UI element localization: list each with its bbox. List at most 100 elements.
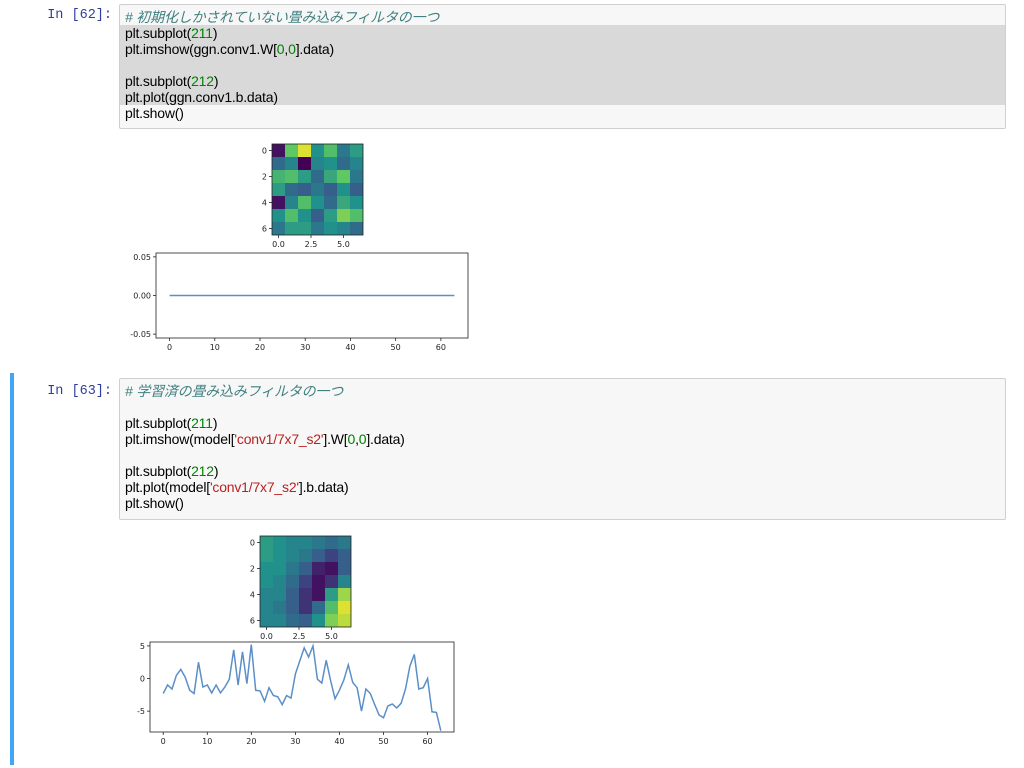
y-tick-label: 0.05 (133, 253, 151, 262)
code-editor[interactable]: # 学習済の畳み込みフィルタの一つ plt.subplot(211) plt.ims… (119, 378, 1006, 520)
heatmap-cell (285, 209, 298, 222)
code-line[interactable]: plt.subplot(212) (120, 463, 1005, 479)
output-heatmap-63: 0.0 2.5 5.0 0 2 4 6 (238, 530, 358, 649)
heatmap-cell (298, 196, 311, 209)
x-tick-label: 50 (378, 737, 388, 746)
heatmap-cell (273, 614, 286, 627)
heatmap-cell (273, 549, 286, 562)
code-token: ) (213, 73, 219, 89)
code-line[interactable] (120, 447, 1005, 463)
code-line[interactable]: plt.imshow(ggn.conv1.W[0,0].data) (120, 41, 1005, 57)
cell-prompt: In [62]: (47, 8, 112, 23)
x-tick-label: 30 (290, 737, 300, 746)
cell-selection-bar (10, 373, 14, 765)
heatmap-chart: 0.0 2.5 5.00246 (262, 143, 364, 249)
heatmap-cell (350, 183, 363, 196)
x-tick-label: 20 (246, 737, 256, 746)
heatmap-chart: 0.0 2.5 5.00246 (250, 535, 352, 641)
code-token: ].data) (295, 41, 334, 57)
heatmap-cell (272, 209, 285, 222)
heatmap-cell (299, 601, 312, 614)
heatmap-cell (272, 196, 285, 209)
heatmap-cell (350, 196, 363, 209)
heatmap-cell (260, 614, 273, 627)
code-token: ) (213, 463, 219, 479)
code-editor[interactable]: # 初期化しかされていない畳み込みフィルタの一つ plt.subplot(211)… (119, 4, 1006, 129)
heatmap-cell (312, 549, 325, 562)
code-line[interactable]: plt.show() (120, 105, 1005, 121)
code-token: plt.subplot( (125, 415, 192, 431)
y-tick-label: 4 (262, 199, 267, 208)
heatmap-cell (311, 209, 324, 222)
code-line[interactable]: plt.plot(model['conv1/7x7_s2'].b.data) (120, 479, 1005, 495)
heatmap-cell (325, 575, 338, 588)
heatmap-cell (337, 157, 350, 170)
heatmap-cell (325, 614, 338, 627)
heatmap-cell (299, 575, 312, 588)
heatmap-cell (311, 157, 324, 170)
heatmap-cell (338, 575, 351, 588)
y-tick-label: -5 (137, 707, 145, 716)
code-line[interactable]: plt.plot(ggn.conv1.b.data) (120, 89, 1005, 105)
code-token: plt.imshow(model[ (125, 431, 235, 447)
y-tick-label: 5 (140, 642, 145, 651)
code-line[interactable] (120, 399, 1005, 415)
code-line[interactable]: plt.imshow(model['conv1/7x7_s2'].W[0,0].… (120, 431, 1005, 447)
code-line[interactable]: # 学習済の畳み込みフィルタの一つ (120, 383, 1005, 399)
heatmap-cell (338, 549, 351, 562)
code-token: ) (212, 415, 218, 431)
code-token: ) (212, 25, 218, 41)
heatmap-cell (324, 196, 337, 209)
heatmap-cell (286, 549, 299, 562)
heatmap-cell (285, 157, 298, 170)
heatmap-cell (325, 562, 338, 575)
heatmap-cell (272, 144, 285, 157)
code-line[interactable]: # 初期化しかされていない畳み込みフィルタの一つ (120, 9, 1005, 25)
x-tick-label: 50 (391, 343, 401, 352)
code-line[interactable]: plt.show() (120, 495, 1005, 511)
x-tick-label: 40 (345, 343, 355, 352)
heatmap-cell (273, 601, 286, 614)
heatmap-cell (285, 144, 298, 157)
code-line[interactable]: plt.subplot(211) (120, 25, 1005, 41)
x-tick-label: 30 (300, 343, 310, 352)
output-lineplot-62: 0 10 20 30 40 50 60 0.05 0.00 -0.05 (130, 248, 475, 363)
code-line[interactable]: plt.subplot(212) (120, 73, 1005, 89)
code-token: plt.show() (125, 495, 184, 511)
heatmap-cell (272, 183, 285, 196)
heatmap-cell (298, 183, 311, 196)
y-tick-label: 0 (140, 675, 145, 684)
code-line[interactable] (120, 57, 1005, 73)
x-tick-label: 10 (202, 737, 212, 746)
heatmap-cell (337, 222, 350, 235)
y-tick-label: 6 (262, 225, 267, 234)
code-token: 0 (288, 41, 296, 57)
heatmap-cell (350, 170, 363, 183)
code-line[interactable]: plt.subplot(211) (120, 415, 1005, 431)
heatmap-cell (273, 588, 286, 601)
heatmap-cell (298, 157, 311, 170)
heatmap-cell (337, 144, 350, 157)
heatmap-cell (350, 157, 363, 170)
code-token: 212 (191, 463, 214, 479)
heatmap-cell (286, 575, 299, 588)
heatmap-cell (312, 614, 325, 627)
code-token: # 学習済の畳み込みフィルタの一つ (125, 383, 343, 399)
heatmap-cell (350, 209, 363, 222)
output-heatmap-62: 0.0 2.5 5.0 0 2 4 6 (250, 138, 370, 257)
y-tick-label: 2 (262, 173, 267, 182)
heatmap-cell (324, 157, 337, 170)
code-token: # 初期化しかされていない畳み込みフィルタの一つ (125, 9, 440, 25)
heatmap-cell (260, 588, 273, 601)
x-tick-label: 60 (422, 737, 432, 746)
heatmap-cell (337, 170, 350, 183)
heatmap-cell (337, 183, 350, 196)
heatmap-cell (299, 549, 312, 562)
y-tick-label: 4 (250, 591, 255, 600)
heatmap-cell (311, 170, 324, 183)
heatmap-cell (273, 536, 286, 549)
heatmap-cell (260, 575, 273, 588)
heatmap-cell (324, 209, 337, 222)
heatmap-cell (350, 144, 363, 157)
x-tick-label: 60 (436, 343, 446, 352)
